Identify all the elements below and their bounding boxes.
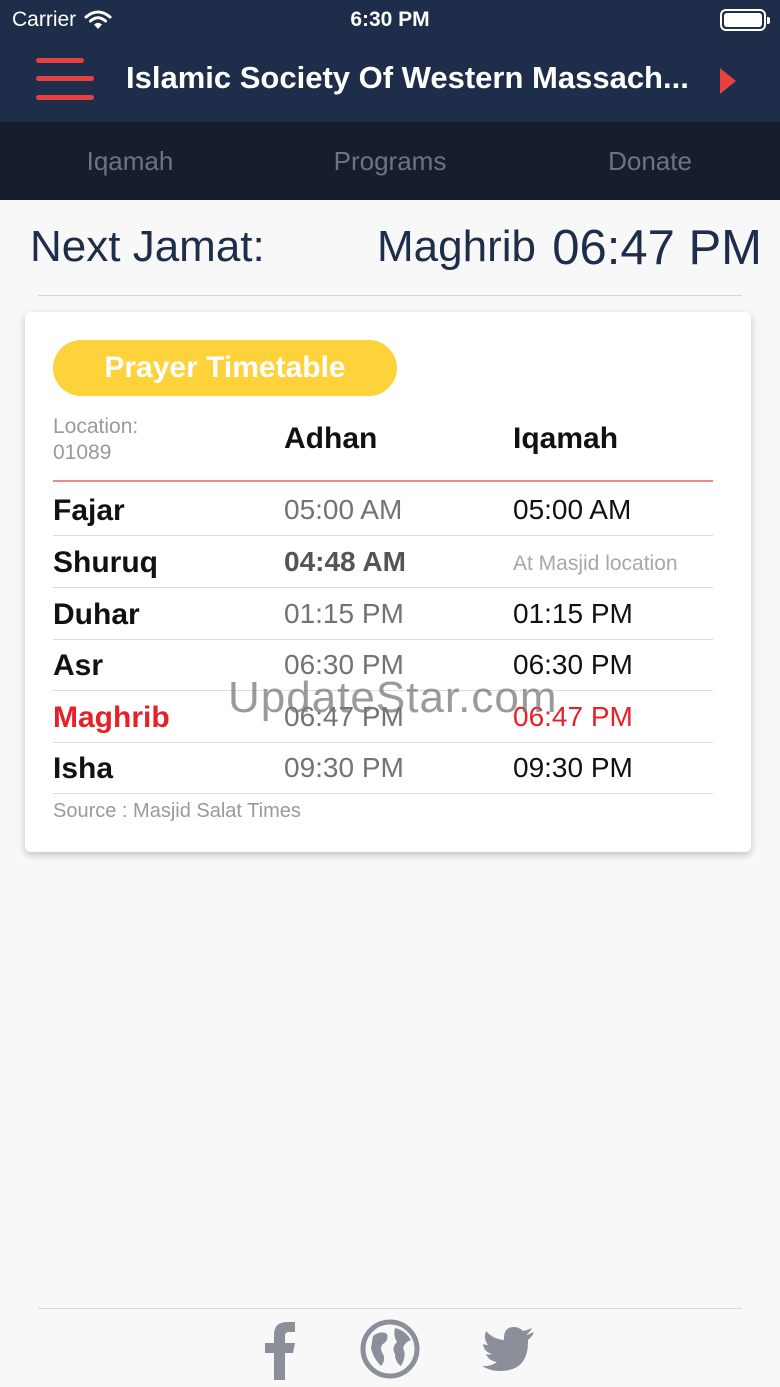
adhan-time: 09:30 PM — [284, 752, 404, 783]
forward-arrow-icon[interactable] — [720, 68, 736, 94]
column-header-iqamah: Iqamah — [513, 422, 619, 455]
next-jamat-time: 06:47 PM — [552, 221, 762, 275]
tab-programs[interactable]: Programs — [260, 122, 520, 200]
watermark: UpdateStar.com — [228, 673, 558, 722]
table-row: Shuruq 04:48 AM At Masjid location — [53, 536, 713, 588]
status-bar: Carrier 6:30 PM — [0, 0, 780, 40]
next-jamat-prayer: Maghrib — [377, 222, 536, 271]
divider — [38, 295, 742, 296]
prayer-name: Asr — [53, 649, 104, 682]
iqamah-time: 09:30 PM — [513, 752, 633, 783]
prayer-name: Isha — [53, 752, 114, 785]
battery-icon — [720, 9, 770, 31]
table-row: Duhar 01:15 PM 01:15 PM — [53, 588, 713, 640]
location-label: Location: — [53, 415, 139, 438]
prayer-name: Shuruq — [53, 546, 158, 579]
adhan-time: 05:00 AM — [284, 494, 403, 525]
timetable-card: Prayer Timetable Location: 01089 Adhan I… — [25, 312, 751, 852]
tab-iqamah[interactable]: Iqamah — [0, 122, 260, 200]
source-note: Source : Masjid Salat Times — [53, 800, 301, 822]
iqamah-time: 01:15 PM — [513, 598, 633, 629]
app-header: Carrier 6:30 PM Islamic Society Of Weste… — [0, 0, 780, 122]
navbar: Islamic Society Of Western Massach... — [0, 40, 780, 122]
prayer-name: Duhar — [53, 598, 140, 631]
facebook-icon[interactable] — [249, 1318, 311, 1380]
next-jamat-label: Next Jamat: — [30, 222, 265, 271]
social-links — [0, 1318, 780, 1380]
tab-bar: Iqamah Programs Donate — [0, 122, 780, 200]
status-time: 6:30 PM — [350, 8, 430, 31]
table-row: Isha 09:30 PM 09:30 PM — [53, 742, 713, 794]
adhan-time: 01:15 PM — [284, 598, 404, 629]
iqamah-time: At Masjid location — [513, 552, 678, 575]
footer-divider — [38, 1308, 742, 1309]
menu-icon[interactable] — [36, 56, 94, 102]
adhan-time: 04:48 AM — [284, 546, 406, 577]
prayer-name: Maghrib — [53, 701, 170, 734]
prayer-name: Fajar — [53, 494, 125, 527]
location: Location: 01089 — [53, 414, 138, 466]
table-row: Fajar 05:00 AM 05:00 AM — [53, 484, 713, 536]
mosque-title: Islamic Society Of Western Massach... — [126, 60, 689, 95]
twitter-icon[interactable] — [478, 1318, 540, 1380]
next-jamat: Next Jamat: Maghrib 06:47 PM — [30, 221, 762, 278]
column-header-adhan: Adhan — [284, 422, 378, 455]
location-value: 01089 — [53, 441, 112, 464]
tab-donate[interactable]: Donate — [520, 122, 780, 200]
timetable-title-badge: Prayer Timetable — [53, 340, 397, 396]
globe-icon[interactable] — [359, 1318, 421, 1380]
header-divider — [53, 480, 713, 482]
iqamah-time: 05:00 AM — [513, 494, 632, 525]
